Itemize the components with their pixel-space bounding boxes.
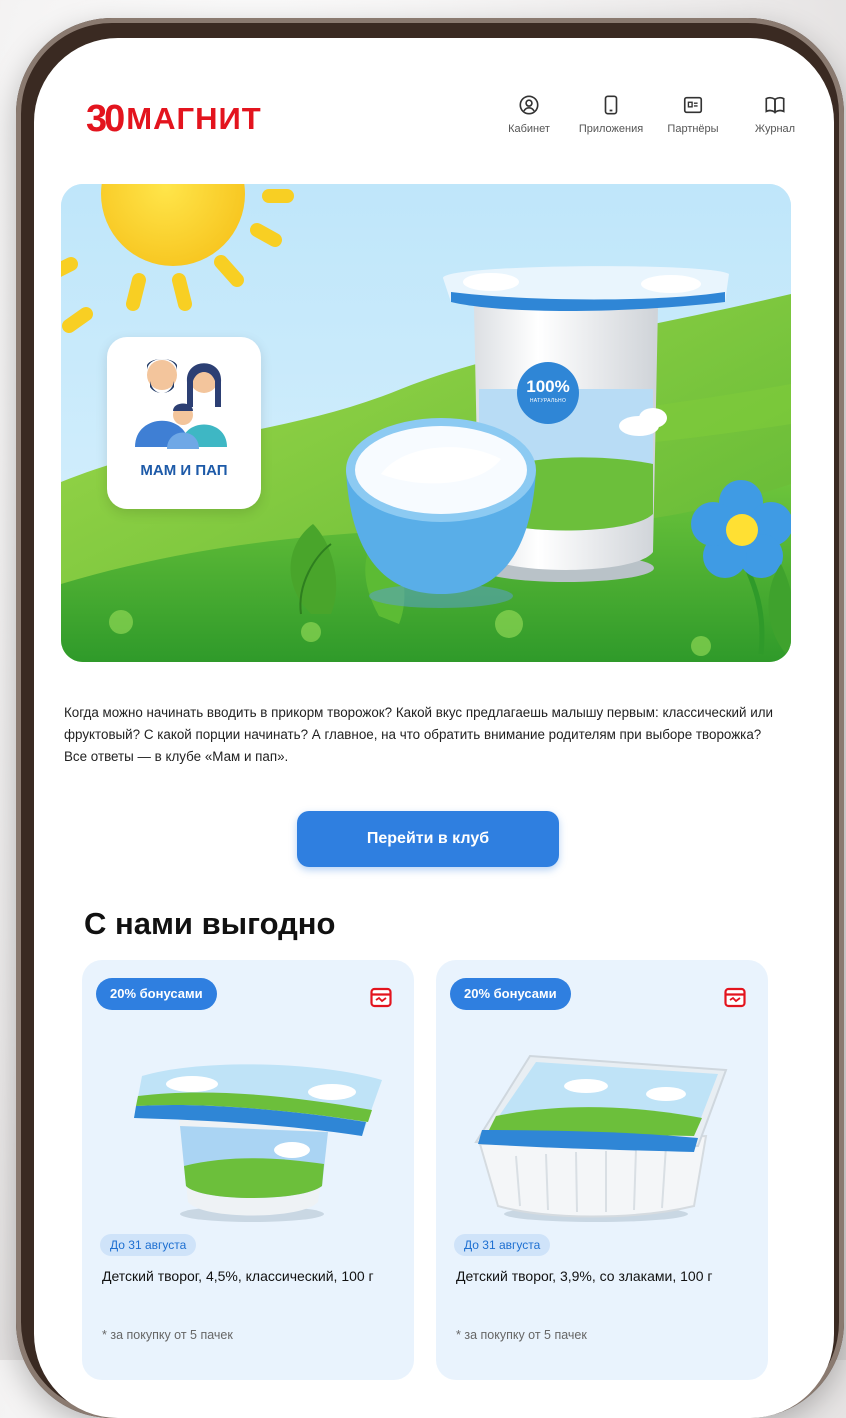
club-name: МАМ И ПАП xyxy=(140,462,228,479)
badge-sub: НАТУРАЛЬНО xyxy=(529,398,567,404)
book-icon xyxy=(765,96,785,114)
badge-value: 100% xyxy=(526,377,570,396)
section-title: С нами выгодно xyxy=(84,906,336,941)
nav-label: Кабинет xyxy=(508,123,550,135)
top-nav: Кабинет Приложения Партнёры Журнал xyxy=(488,94,816,135)
logo-badge: 30 xyxy=(86,98,125,140)
deadline-badge: До 31 августа xyxy=(100,1234,197,1256)
magnit-logo[interactable]: 30 МАГНИТ xyxy=(86,100,262,138)
promo-badge: 20% бонусами xyxy=(450,978,571,1010)
club-logo-card: МАМ И ПАП xyxy=(107,337,261,509)
nav-label: Партнёры xyxy=(667,123,719,135)
nav-item-cabinet[interactable]: Кабинет xyxy=(488,94,570,135)
yogurt-cup-icon xyxy=(134,1064,382,1222)
product-card[interactable]: 20% бонусами До 31 августа Детский творо… xyxy=(82,960,414,1380)
calendar-icon[interactable] xyxy=(370,986,392,1008)
nav-label: Приложения xyxy=(578,123,644,135)
nav-item-apps[interactable]: Приложения xyxy=(570,94,652,135)
user-circle-icon xyxy=(519,95,539,115)
deadline-badge: До 31 августа xyxy=(454,1234,551,1256)
email-screen: 30 МАГНИТ Кабинет Приложения Партнёры Жу… xyxy=(34,38,834,1418)
logo-text: МАГНИТ xyxy=(126,101,262,136)
nav-item-partners[interactable]: Партнёры xyxy=(652,94,734,135)
product-name: Детский творог, 3,9%, со злаками, 100 г xyxy=(456,1268,713,1284)
phone-frame: 30 МАГНИТ Кабинет Приложения Партнёры Жу… xyxy=(16,18,844,1418)
intro-text: Когда можно начинать вводить в прикорм т… xyxy=(64,705,774,764)
nav-item-journal[interactable]: Журнал xyxy=(734,94,816,135)
natural-badge: 100% НАТУРАЛЬНО xyxy=(517,362,579,424)
curd-tub-icon xyxy=(474,1054,728,1222)
product-note: * за покупку от 5 пачек xyxy=(456,1328,587,1342)
promo-badge: 20% бонусами xyxy=(96,978,217,1010)
phone-icon xyxy=(604,95,618,115)
product-name: Детский творог, 4,5%, классический, 100 … xyxy=(102,1268,374,1284)
product-note: * за покупку от 5 пачек xyxy=(102,1328,233,1342)
calendar-icon[interactable] xyxy=(724,986,746,1008)
family-icon xyxy=(135,359,227,449)
hero-banner[interactable]: МАМ И ПАП 100% НАТУРАЛЬНО xyxy=(61,184,791,662)
product-card[interactable]: 20% бонусами До 31 августа Детский творо… xyxy=(436,960,768,1380)
nav-label: Журнал xyxy=(754,123,796,135)
go-to-club-button[interactable]: Перейти в клуб xyxy=(297,811,559,867)
card-icon xyxy=(683,96,703,114)
